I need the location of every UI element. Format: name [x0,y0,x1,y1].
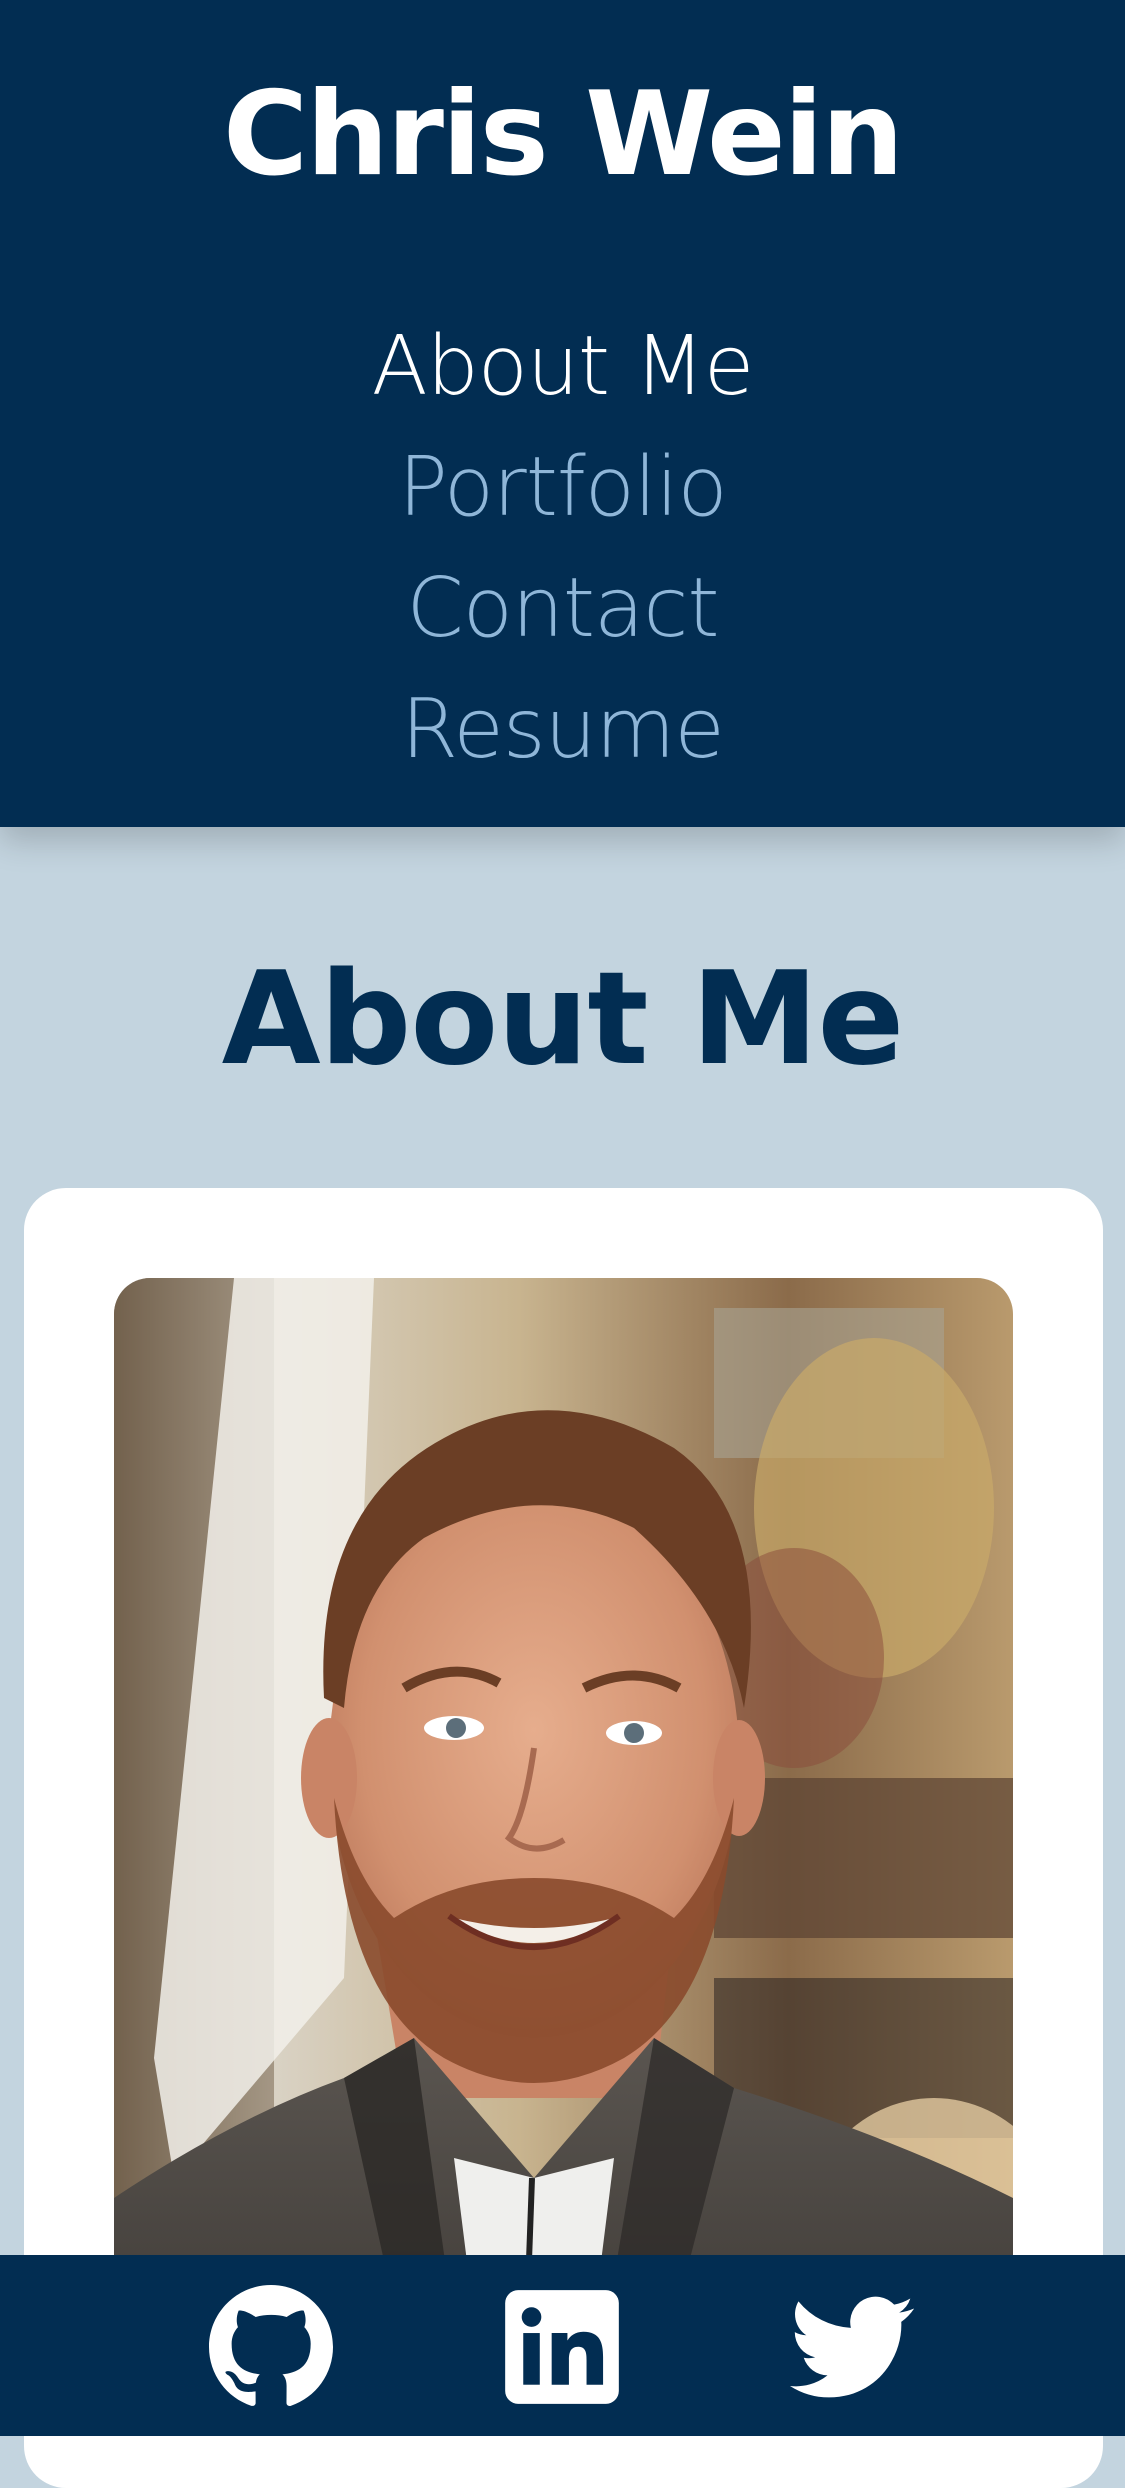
site-header: Chris Wein About Me Portfolio Contact Re… [0,0,1125,827]
site-title[interactable]: Chris Wein [0,60,1125,210]
linkedin-icon[interactable] [500,2285,624,2409]
nav-item-portfolio[interactable]: Portfolio [0,427,1125,548]
main-nav: About Me Portfolio Contact Resume [0,306,1125,790]
site-footer [0,2255,1125,2436]
nav-item-contact[interactable]: Contact [0,548,1125,669]
nav-item-resume[interactable]: Resume [0,669,1125,790]
github-icon[interactable] [209,2285,333,2409]
nav-item-about-me[interactable]: About Me [0,306,1125,427]
twitter-icon[interactable] [790,2285,914,2409]
section-title: About Me [221,945,905,1094]
profile-photo [114,1278,1013,2398]
